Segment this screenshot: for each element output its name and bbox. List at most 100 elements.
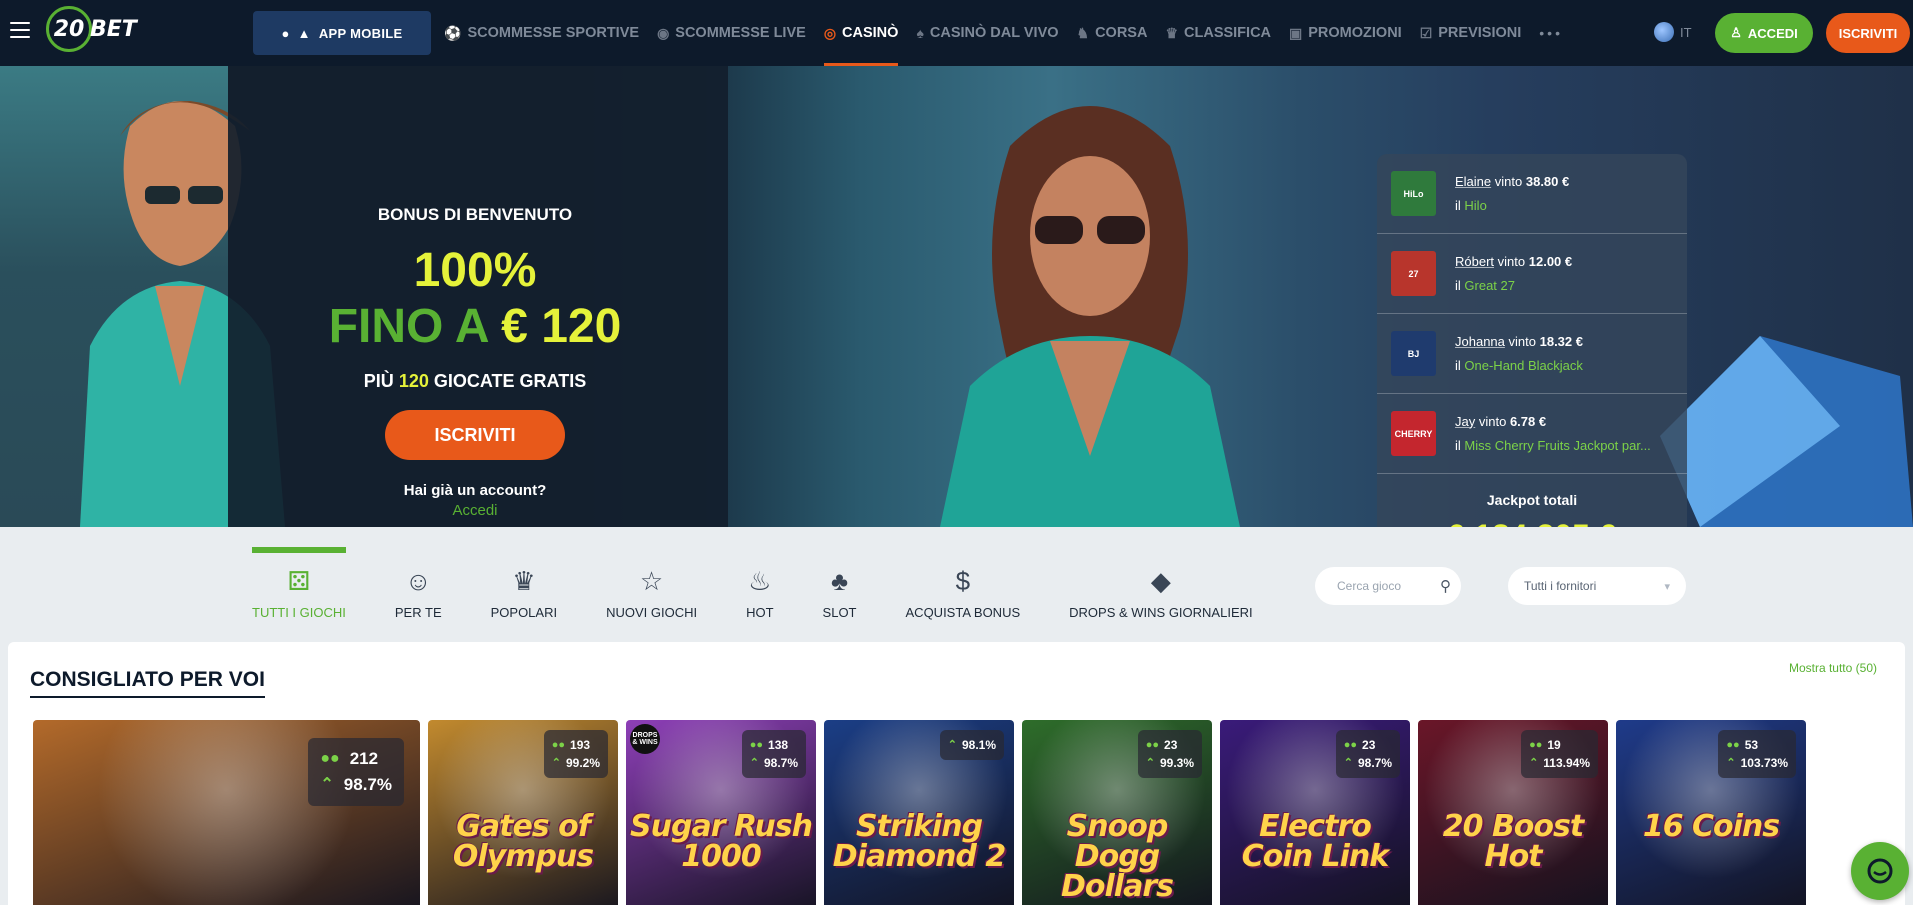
winner-text: Elaine vinto 38.80 € il Hilo [1455, 170, 1569, 218]
menu-icon[interactable] [10, 22, 30, 38]
search-icon: ⚲ [1440, 578, 1451, 595]
rtp-icon: ⌃ [551, 757, 561, 769]
game-stats: ●● 138 ⌃ 98.7% [741, 730, 806, 778]
game-stats: ●● 53 ⌃ 103.73% [1718, 730, 1796, 778]
winner-game[interactable]: Great 27 [1464, 278, 1515, 293]
live-icon: ◉ [657, 24, 670, 41]
winner-name: Róbert [1455, 253, 1495, 269]
language-selector[interactable]: IT [1654, 22, 1692, 42]
game-stats: ●● 19 ⌃ 113.94% [1521, 730, 1598, 778]
hero-login-link[interactable]: Accedi [310, 502, 640, 519]
nav-item-promozioni[interactable]: ▣ PROMOZIONI [1289, 0, 1402, 66]
winner-text: Johanna vinto 18.32 € il One-Hand Blackja… [1455, 330, 1583, 378]
winner-amount: 12.00 € [1528, 253, 1573, 269]
players-icon: ●● [1529, 739, 1543, 751]
provider-select[interactable]: Tutti i fornitori ▾ [1508, 567, 1686, 605]
category-tab-slot[interactable]: ♣ SLOT [823, 547, 857, 620]
rtp-icon: ⌃ [749, 757, 759, 769]
show-all-link[interactable]: Mostra tutto (50) [1789, 661, 1877, 675]
top-navigation-bar: 20 BET ● ▲ APP MOBILE ⚽ SCOMMESSE SPORTIV… [0, 0, 1913, 66]
rtp-value: ⌃ 98.1% [948, 736, 996, 754]
star-icon: ☆ [639, 566, 664, 596]
winner-game[interactable]: One-Hand Blackjack [1464, 358, 1583, 373]
game-card[interactable]: 20 Boost Hot ●● 19 ⌃ 113.94% [1418, 720, 1608, 905]
game-card[interactable]: Electro Coin Link ●● 23 ⌃ 98.7% [1220, 720, 1410, 905]
search-input[interactable]: Cerca gioco ⚲ [1315, 567, 1461, 605]
nav-item-label: CORSA [1095, 25, 1148, 41]
winner-game-line: il Miss Cherry Fruits Jackpot par... [1455, 434, 1651, 458]
game-card[interactable]: Sugar Rush 1000 DROPS & WINS ●● 138 ⌃ 98.7% [626, 720, 816, 905]
players-count: ●● 19 [1529, 736, 1590, 754]
game-card[interactable]: ●● 212 ⌃ 98.7% [33, 720, 420, 905]
players-count: ●● 138 [750, 736, 798, 754]
game-card[interactable]: Gates of Olympus ●● 193 ⌃ 99.2% [428, 720, 618, 905]
winner-game[interactable]: Hilo [1464, 198, 1486, 213]
category-tab-nuovi-giochi[interactable]: ☆ NUOVI GIOCHI [606, 547, 697, 620]
free-spins: PIÙ 120 GIOCATE GRATIS [310, 371, 640, 392]
hero-register-button[interactable]: ISCRIVITI [385, 410, 565, 460]
category-tab-drops-wins-giornalieri[interactable]: ◆ DROPS & WINS GIORNALIERI [1069, 547, 1252, 620]
trophy-icon: ♛ [1165, 24, 1179, 41]
app-mobile-button[interactable]: ● ▲ APP MOBILE [253, 11, 431, 55]
category-tab-per-te[interactable]: ☺ PER TE [395, 547, 442, 620]
free-spins-suffix: GIOCATE GRATIS [433, 371, 587, 391]
rtp-icon: ⌃ [1145, 757, 1155, 769]
winner-line: Elaine vinto 38.80 € [1455, 170, 1569, 194]
nav-item-previsioni[interactable]: ☑ PREVISIONI [1420, 0, 1522, 66]
game-thumbnail: BJ [1391, 331, 1436, 376]
hero-banner: BONUS DI BENVENUTO 100% FINO A € 120 PIÙ… [0, 66, 1913, 527]
players-value: 212 [349, 749, 379, 768]
nav-item-casin-[interactable]: ◎ CASINÒ [823, 0, 899, 66]
bonus-percentage: 100% [413, 244, 537, 297]
nav-item-classifica[interactable]: ♛ CLASSIFICA [1165, 0, 1271, 66]
game-card[interactable]: 16 Coins ●● 53 ⌃ 103.73% [1616, 720, 1806, 905]
category-tab-tutti-i-giochi[interactable]: ⚄ TUTTI I GIOCHI [252, 547, 346, 620]
rtp-icon: ⌃ [1726, 757, 1736, 769]
winner-row[interactable]: HiLo Elaine vinto 38.80 € il Hilo [1377, 154, 1687, 234]
logo-number: 20 [46, 6, 92, 52]
horse-icon: ♞ [1076, 24, 1090, 41]
nav-item-corsa[interactable]: ♞ CORSA [1077, 0, 1148, 66]
login-button[interactable]: ♙ ACCEDI [1715, 13, 1813, 53]
game-card[interactable]: Striking Diamond 2 ⌃ 98.1% [824, 720, 1014, 905]
winner-row[interactable]: CHERRY Jay vinto 6.78 € il Miss Cherry Fru… [1377, 394, 1687, 474]
game-stats: ●● 193 ⌃ 99.2% [543, 730, 608, 778]
nav-item-casin-dal-vivo[interactable]: ♠ CASINÒ DAL VIVO [916, 0, 1058, 66]
nav-item-label: PROMOZIONI [1308, 25, 1402, 41]
winner-row[interactable]: 27 Róbert vinto 12.00 € il Great 27 [1377, 234, 1687, 314]
register-button[interactable]: ISCRIVITI [1826, 13, 1910, 53]
more-menu-icon[interactable]: ••• [1539, 25, 1563, 41]
chevron-down-icon: ▾ [1664, 580, 1670, 593]
nav-item-label: CASINÒ [842, 25, 899, 41]
winner-game[interactable]: Miss Cherry Fruits Jackpot par... [1464, 438, 1650, 453]
rtp-percentage: 99.3% [1159, 756, 1194, 770]
game-card[interactable]: Snoop Dogg Dollars ●● 23 ⌃ 99.3% [1022, 720, 1212, 905]
winner-game-prefix: il [1455, 357, 1461, 373]
category-tab-acquista-bonus[interactable]: $ ACQUISTA BONUS [906, 547, 1021, 620]
winner-text: Jay vinto 6.78 € il Miss Cherry Fruits Ja… [1455, 410, 1651, 458]
nav-item-label: PREVISIONI [1438, 25, 1522, 41]
category-label: HOT [746, 605, 774, 620]
free-spins-count: 120 [398, 371, 429, 391]
game-stats: ●● 23 ⌃ 98.7% [1335, 730, 1400, 778]
logo[interactable]: 20 BET [46, 6, 137, 52]
category-bar: ⚄ TUTTI I GIOCHI ☺ PER TE ♛ POPOLARI ☆ NUOVI GI… [0, 527, 1913, 640]
winner-amount: 38.80 € [1525, 173, 1570, 189]
nav-item-label: SCOMMESSE LIVE [675, 25, 806, 41]
nav-item-scommesse-sportive[interactable]: ⚽ SCOMMESSE SPORTIVE [444, 0, 639, 66]
winner-game-prefix: il [1455, 197, 1461, 213]
game-stats: ●● 23 ⌃ 99.3% [1137, 730, 1202, 778]
players-value: 193 [570, 738, 591, 752]
winner-row[interactable]: BJ Johanna vinto 18.32 € il One-Hand Black… [1377, 314, 1687, 394]
category-tab-popolari[interactable]: ♛ POPOLARI [491, 547, 557, 620]
chat-button[interactable] [1851, 842, 1909, 900]
rtp-icon: ⌃ [320, 776, 334, 793]
players-icon: ●● [551, 739, 566, 751]
nav-item-scommesse-live[interactable]: ◉ SCOMMESSE LIVE [657, 0, 806, 66]
winner-verb: vinto [1508, 333, 1536, 349]
rtp-percentage: 113.94% [1543, 756, 1590, 770]
free-spins-prefix: PIÙ [363, 371, 394, 391]
winners-list: HiLo Elaine vinto 38.80 € il Hilo 27 Róbert … [1377, 154, 1687, 474]
category-tab-hot[interactable]: ♨ HOT [746, 547, 773, 620]
prediction-icon: ☑ [1419, 24, 1433, 41]
